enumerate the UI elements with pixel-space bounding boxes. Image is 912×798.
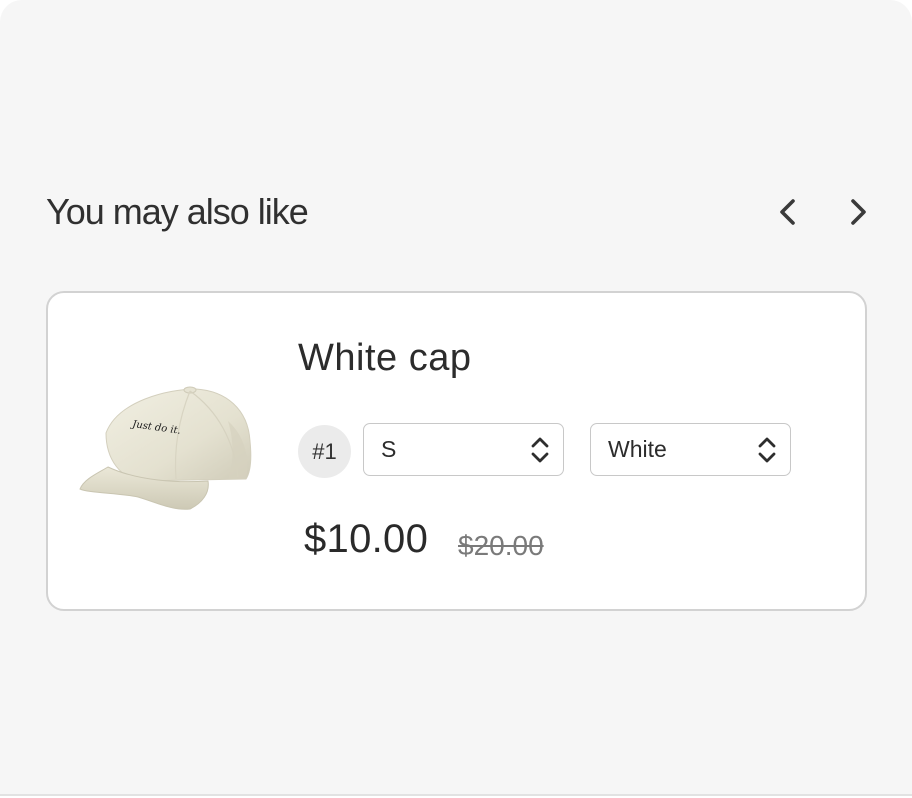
product-card[interactable]: Just do it. White cap #1 S White $10.00 … (46, 291, 867, 611)
rank-badge: #1 (298, 425, 351, 478)
section-title: You may also like (46, 191, 309, 232)
product-title[interactable]: White cap (298, 335, 471, 381)
sale-price: $10.00 (304, 517, 429, 561)
size-select[interactable]: S (363, 423, 564, 476)
chevron-right-icon (851, 199, 866, 225)
carousel-prev-button[interactable] (768, 192, 808, 232)
size-select-value: S (381, 436, 397, 462)
carousel-next-button[interactable] (838, 192, 878, 232)
color-select-value: White (608, 436, 667, 462)
chevron-up-down-icon (531, 437, 549, 463)
recommendations-panel: You may also like Just do it. White cap … (0, 0, 912, 796)
product-image[interactable]: Just do it. (78, 381, 258, 516)
chevron-left-icon (780, 199, 795, 225)
compare-at-price: $20.00 (458, 530, 544, 561)
chevron-up-down-icon (758, 437, 776, 463)
color-select[interactable]: White (590, 423, 791, 476)
